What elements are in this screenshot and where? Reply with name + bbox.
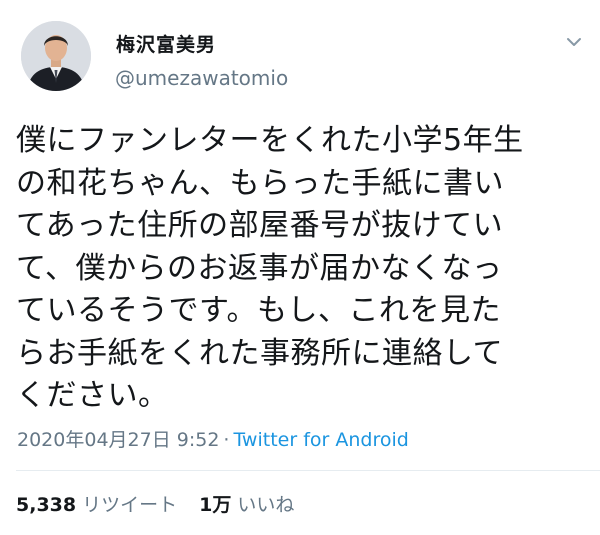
chevron-down-icon[interactable] xyxy=(566,36,582,48)
retweets-count: 5,338 xyxy=(16,494,77,516)
tweet-meta: 2020年04月27日 9:52 · Twitter for Android xyxy=(17,425,409,452)
likes-stat[interactable]: 1万 いいね xyxy=(199,490,294,517)
user-handle[interactable]: @umezawatomio xyxy=(115,66,288,90)
tweet-timestamp[interactable]: 2020年04月27日 9:52 xyxy=(17,429,219,451)
retweets-label: リツイート xyxy=(82,494,178,516)
likes-label: いいね xyxy=(237,494,295,516)
avatar-photo xyxy=(21,21,91,91)
tweet-stats: 5,338 リツイート 1万 いいね xyxy=(16,490,294,517)
retweets-stat[interactable]: 5,338 リツイート xyxy=(16,490,177,517)
avatar[interactable] xyxy=(21,21,91,91)
display-name[interactable]: 梅沢富美男 xyxy=(116,30,216,57)
divider xyxy=(16,470,600,471)
meta-separator: · xyxy=(223,429,230,451)
tweet-source-link[interactable]: Twitter for Android xyxy=(233,429,408,451)
likes-count: 1万 xyxy=(199,494,232,516)
tweet-text: 僕にファンレターをくれた小学5年生 の和花ちゃん、もらった手紙に書い てあった住… xyxy=(16,123,524,413)
